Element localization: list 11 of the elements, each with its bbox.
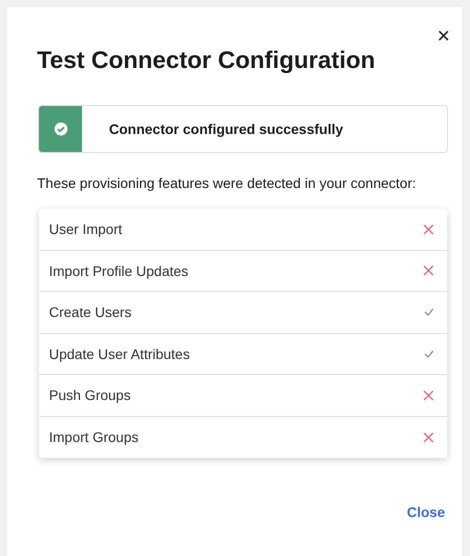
feature-name: Import Groups bbox=[49, 429, 138, 446]
intro-text: These provisioning features were detected in your connector: bbox=[37, 174, 417, 193]
feature-name: Create Users bbox=[49, 304, 132, 320]
feature-name: User Import bbox=[49, 221, 122, 238]
feature-name: Push Groups bbox=[49, 387, 131, 404]
feature-name: Import Profile Updates bbox=[49, 262, 188, 279]
close-link[interactable]: Close bbox=[406, 504, 445, 520]
feature-name: Update User Attributes bbox=[49, 346, 190, 362]
check-circle-icon bbox=[54, 122, 68, 136]
dialog-title: Test Connector Configuration bbox=[37, 47, 376, 75]
banner-message: Connector configured successfully bbox=[109, 121, 344, 137]
